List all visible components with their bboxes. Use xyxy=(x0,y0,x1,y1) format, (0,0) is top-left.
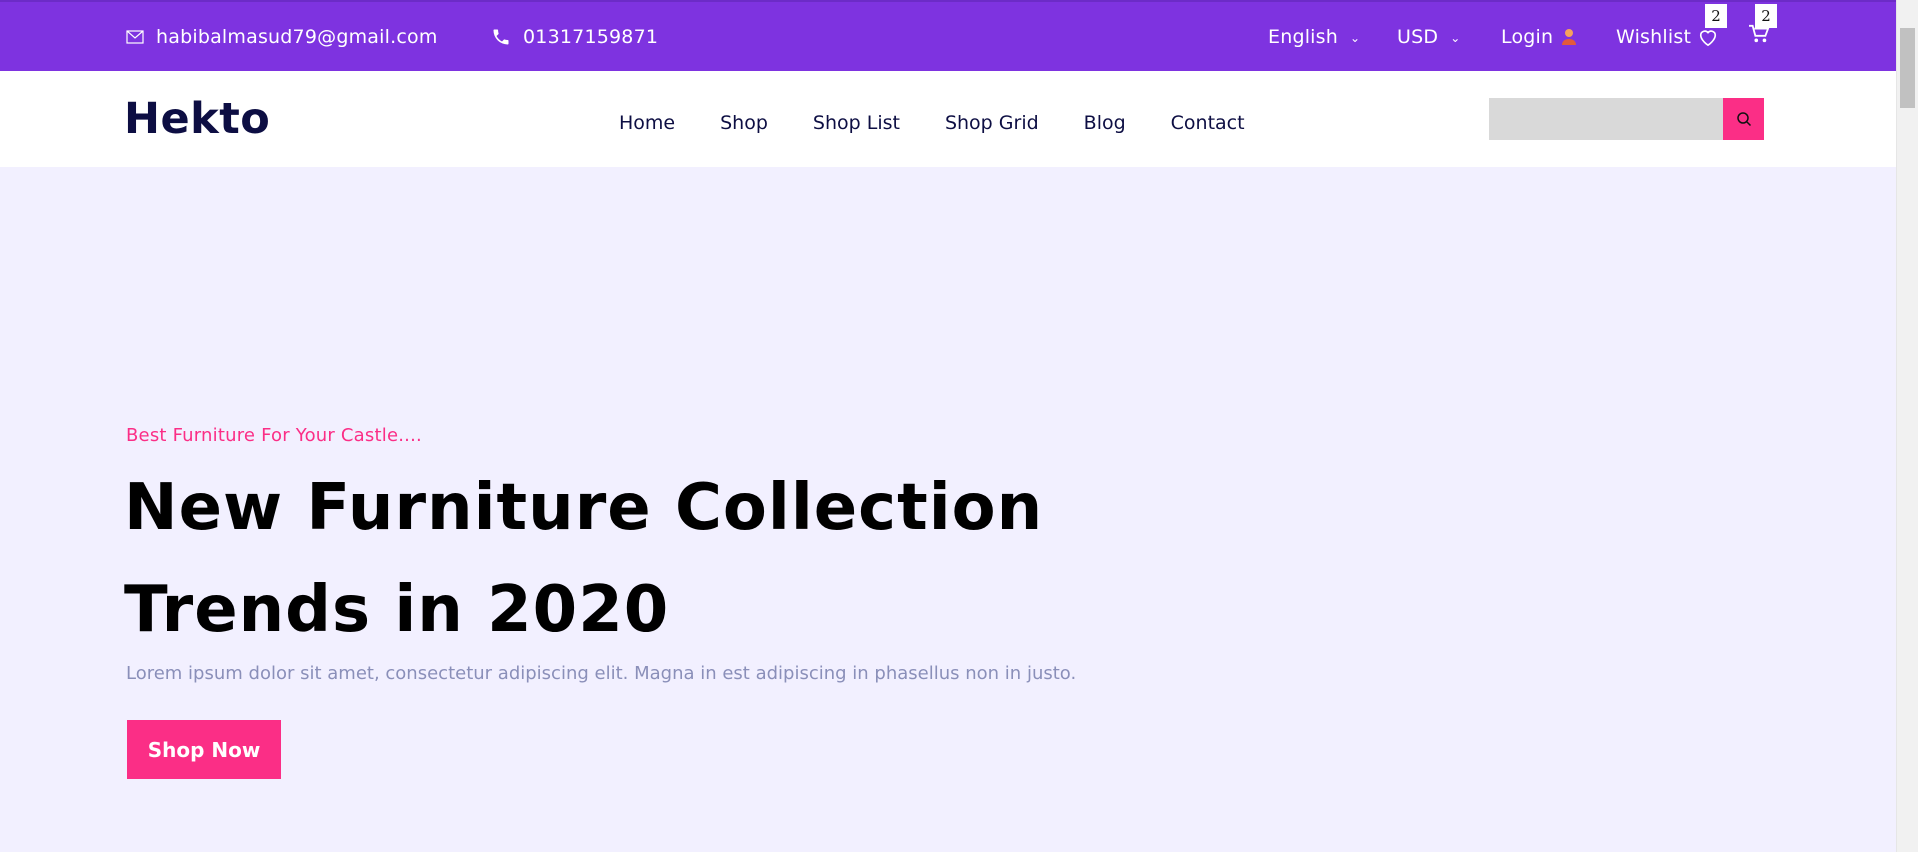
hero-section: Best Furniture For Your Castle.... New F… xyxy=(0,167,1896,852)
search-button[interactable] xyxy=(1723,98,1764,140)
language-selector[interactable]: English ⌄ xyxy=(1268,2,1360,71)
login-link[interactable]: Login xyxy=(1501,2,1577,71)
page: habibalmasud79@gmail.com 01317159871 Eng… xyxy=(0,0,1918,852)
wishlist-label: Wishlist xyxy=(1616,25,1692,48)
search-box xyxy=(1489,98,1764,140)
nav-item-home[interactable]: Home xyxy=(619,104,675,134)
nav-item-shop[interactable]: Shop xyxy=(720,104,768,134)
main-navbar: Hekto Home Shop Shop List Shop Grid Blog… xyxy=(0,71,1896,167)
login-label: Login xyxy=(1501,25,1554,48)
page-scrollbar[interactable] xyxy=(1896,0,1918,852)
mail-icon xyxy=(126,29,144,44)
chevron-down-icon: ⌄ xyxy=(1450,30,1461,45)
nav-item-contact[interactable]: Contact xyxy=(1171,104,1245,134)
hero-headline: New Furniture Collection Trends in 2020 xyxy=(124,457,1043,661)
heart-icon xyxy=(1697,27,1719,47)
shop-now-button[interactable]: Shop Now xyxy=(127,720,281,779)
hero-description: Lorem ipsum dolor sit amet, consectetur … xyxy=(126,663,1077,684)
cart-count-badge: 2 xyxy=(1755,4,1777,28)
scrollbar-thumb[interactable] xyxy=(1900,28,1915,108)
wishlist-link[interactable]: Wishlist xyxy=(1616,2,1719,71)
hero-tagline: Best Furniture For Your Castle.... xyxy=(126,425,422,446)
email-text: habibalmasud79@gmail.com xyxy=(156,25,438,48)
search-input[interactable] xyxy=(1489,98,1723,140)
nav-item-shop-grid[interactable]: Shop Grid xyxy=(945,104,1039,134)
top-bar: habibalmasud79@gmail.com 01317159871 Eng… xyxy=(0,0,1896,71)
phone-text: 01317159871 xyxy=(523,25,659,48)
language-label: English xyxy=(1268,25,1339,48)
logo[interactable]: Hekto xyxy=(124,94,270,144)
hero-headline-line1: New Furniture Collection xyxy=(124,471,1044,545)
chevron-down-icon: ⌄ xyxy=(1350,30,1361,45)
currency-label: USD xyxy=(1397,25,1439,48)
email-contact[interactable]: habibalmasud79@gmail.com xyxy=(126,2,438,71)
user-icon xyxy=(1561,28,1577,46)
main-menu: Home Shop Shop List Shop Grid Blog Conta… xyxy=(619,71,1290,167)
nav-item-blog[interactable]: Blog xyxy=(1084,104,1126,134)
currency-selector[interactable]: USD ⌄ xyxy=(1397,2,1460,71)
search-icon xyxy=(1736,112,1751,127)
wishlist-count-badge: 2 xyxy=(1705,4,1727,28)
hero-headline-line2: Trends in 2020 xyxy=(124,573,670,647)
phone-contact[interactable]: 01317159871 xyxy=(491,2,658,71)
phone-icon xyxy=(491,27,511,47)
nav-item-shop-list[interactable]: Shop List xyxy=(813,104,900,134)
